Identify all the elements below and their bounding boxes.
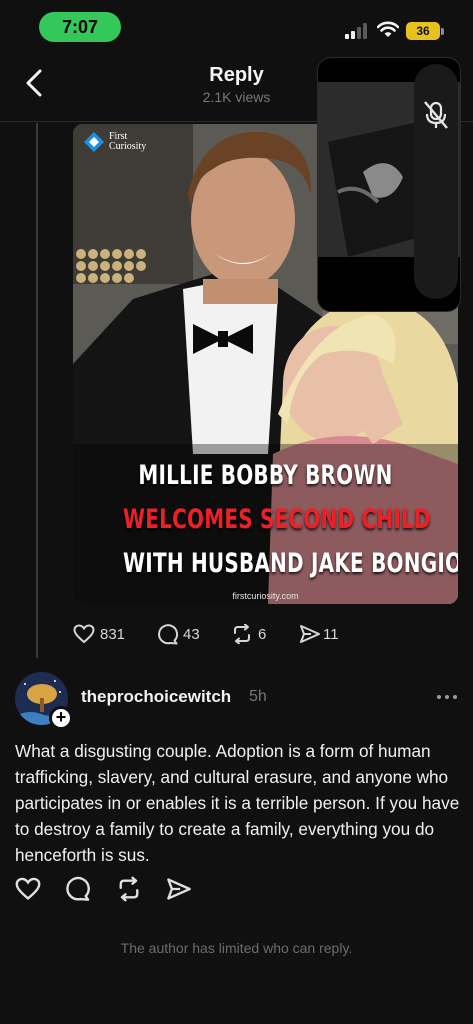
status-time[interactable]: 7:07 — [39, 12, 121, 42]
brand-line2: Curiosity — [109, 141, 147, 152]
reply-text: What a disgusting couple. Adoption is a … — [15, 741, 460, 865]
like-count: 831 — [100, 626, 126, 643]
comment-icon[interactable] — [65, 876, 91, 902]
wifi-icon — [377, 21, 399, 37]
repost-icon — [234, 624, 250, 644]
call-controls — [414, 64, 458, 299]
brand-logo: First Curiosity — [83, 129, 173, 155]
share-button[interactable]: 11 — [299, 620, 343, 648]
headline-line1: MILLIE BOBBY BROWN — [138, 460, 393, 491]
thread-line — [36, 123, 38, 658]
heart-icon — [73, 624, 95, 644]
mic-off-icon[interactable] — [423, 100, 449, 130]
comment-icon — [158, 624, 179, 645]
reply-actions — [15, 876, 215, 902]
more-options-icon[interactable] — [437, 695, 459, 701]
like-button[interactable]: 831 — [73, 620, 133, 648]
repost-icon[interactable] — [116, 876, 142, 902]
status-bar: 7:07 36 — [0, 0, 473, 52]
reply-limit-notice: The author has limited who can reply. — [120, 940, 353, 956]
follow-plus-icon[interactable]: + — [49, 706, 73, 730]
send-icon[interactable] — [166, 876, 192, 902]
image-credit: firstcuriosity.com — [232, 591, 299, 601]
battery-icon: 36 — [406, 22, 444, 40]
repost-count: 6 — [258, 626, 267, 643]
send-icon — [300, 625, 320, 643]
video-call-overlay[interactable] — [317, 57, 461, 312]
headline-line3: WITH HUSBAND JAKE BONGIOVI — [123, 548, 458, 579]
reply-username[interactable]: theprochoicewitch — [81, 687, 231, 707]
reply-timestamp: 5h — [249, 688, 267, 705]
comment-button[interactable]: 43 — [157, 620, 207, 648]
headline-line2: WELCOMES SECOND CHILD — [123, 504, 431, 535]
heart-icon[interactable] — [15, 876, 41, 902]
share-count: 11 — [323, 626, 339, 643]
comment-count: 43 — [183, 626, 200, 643]
repost-button[interactable]: 6 — [231, 620, 271, 648]
brand-logo-icon — [84, 132, 104, 152]
cellular-signal-icon — [345, 23, 371, 39]
